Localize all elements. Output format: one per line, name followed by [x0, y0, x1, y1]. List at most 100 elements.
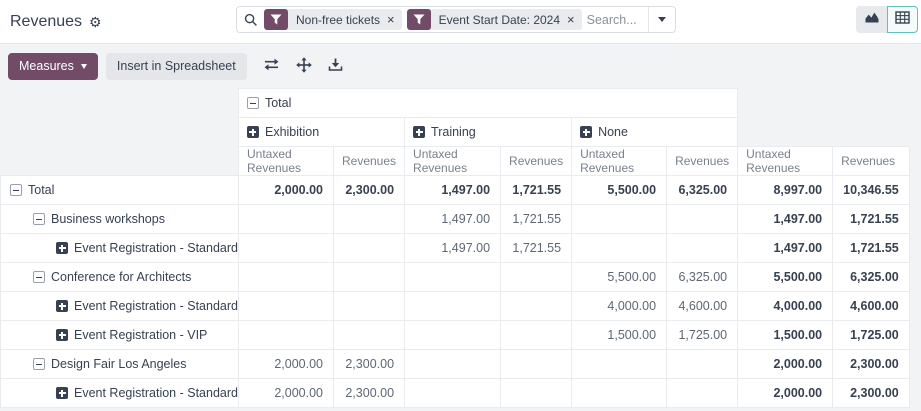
pivot-cell: 2,300.00 — [833, 350, 910, 379]
search-facets: Non-free tickets× Event Start Date: 2024… — [264, 9, 587, 30]
pivot-cell: 2,300.00 — [333, 350, 404, 379]
pivot-cell — [333, 205, 404, 234]
pivot-cell — [405, 350, 501, 379]
pivot-cell — [501, 263, 572, 292]
measures-button[interactable]: Measures — [8, 53, 98, 80]
expand-all-button[interactable] — [291, 53, 317, 79]
measure-header[interactable]: Revenues — [333, 147, 404, 176]
measures-label: Measures — [19, 59, 74, 73]
search-options-toggle[interactable] — [648, 7, 675, 32]
pivot-cell — [501, 321, 572, 350]
pivot-cell: 4,600.00 — [667, 292, 738, 321]
header-spacer — [1, 118, 239, 147]
expand-icon — [56, 387, 68, 399]
pivot-cell: 1,500.00 — [738, 321, 833, 350]
pivot-row: Total2,000.002,300.001,497.001,721.555,5… — [1, 176, 910, 205]
pivot-table: Total ExhibitionTrainingNoneUntaxed Reve… — [0, 88, 910, 408]
pivot-toolbar: Measures Insert in Spreadsheet — [0, 44, 921, 88]
pivot-table-icon — [895, 11, 910, 29]
col-group-header[interactable]: None — [572, 118, 738, 147]
graph-view-button[interactable] — [856, 6, 887, 33]
control-panel: Revenues ⚙ Non-free tickets× Event Start… — [0, 0, 921, 44]
facet-close-icon[interactable]: × — [386, 13, 402, 26]
pivot-cell: 6,325.00 — [667, 176, 738, 205]
pivot-view-button[interactable] — [887, 6, 918, 33]
filter-icon — [407, 9, 431, 30]
insert-in-spreadsheet-button[interactable]: Insert in Spreadsheet — [106, 53, 247, 80]
expand-icon — [247, 126, 259, 138]
pivot-cell — [572, 350, 667, 379]
measure-header[interactable]: Untaxed Revenues — [572, 147, 667, 176]
download-icon — [328, 57, 343, 75]
pivot-row: Design Fair Los Angeles2,000.002,300.002… — [1, 350, 910, 379]
search-bar[interactable]: Non-free tickets× Event Start Date: 2024… — [236, 6, 676, 33]
row-header[interactable]: Total — [1, 176, 239, 205]
search-facet: Event Start Date: 2024× — [407, 9, 582, 30]
pivot-cell — [572, 234, 667, 263]
chevron-down-icon — [658, 17, 666, 22]
row-header[interactable]: Business workshops — [1, 205, 239, 234]
pivot-cell: 1,725.00 — [833, 321, 910, 350]
pivot-cell — [333, 263, 404, 292]
pivot-cell: 2,000.00 — [238, 379, 333, 408]
pivot-cell: 4,000.00 — [572, 292, 667, 321]
collapse-icon — [247, 97, 259, 109]
expand-all-icon — [296, 57, 312, 76]
pivot-cell: 2,300.00 — [333, 176, 404, 205]
header-spacer — [738, 118, 910, 147]
pivot-row: Conference for Architects 5,500.006,325.0… — [1, 263, 910, 292]
pivot-cell — [501, 292, 572, 321]
pivot-cell: 8,997.00 — [738, 176, 833, 205]
pivot-cell — [333, 292, 404, 321]
measure-header[interactable]: Untaxed Revenues — [405, 147, 501, 176]
pivot-cell: 4,600.00 — [833, 292, 910, 321]
pivot-cell — [333, 234, 404, 263]
pivot-cell — [238, 234, 333, 263]
measure-header[interactable]: Revenues — [501, 147, 572, 176]
pivot-cell: 6,325.00 — [667, 263, 738, 292]
pivot-cell: 1,721.55 — [833, 234, 910, 263]
expand-icon — [413, 126, 425, 138]
collapse-icon — [33, 358, 45, 370]
search-input[interactable] — [587, 7, 648, 32]
pivot-cell: 1,721.55 — [501, 176, 572, 205]
pivot-row: Business workshops1,497.001,721.551,497.… — [1, 205, 910, 234]
facet-close-icon[interactable]: × — [566, 13, 582, 26]
pivot-cell: 10,346.55 — [833, 176, 910, 205]
measure-header[interactable]: Revenues — [667, 147, 738, 176]
expand-icon — [56, 329, 68, 341]
pivot-cell — [667, 234, 738, 263]
header-spacer — [1, 147, 239, 176]
search-icon — [244, 13, 258, 27]
row-header[interactable]: Event Registration - Standard — [1, 234, 239, 263]
area-chart-icon — [864, 10, 880, 29]
download-button[interactable] — [323, 53, 349, 79]
row-header[interactable]: Event Registration - Standard — [1, 292, 239, 321]
pivot-view: Total ExhibitionTrainingNoneUntaxed Reve… — [0, 88, 921, 408]
pivot-cell — [501, 379, 572, 408]
pivot-cell: 1,497.00 — [405, 234, 501, 263]
measure-header[interactable]: Untaxed Revenues — [738, 147, 833, 176]
row-header[interactable]: Design Fair Los Angeles — [1, 350, 239, 379]
pivot-cell — [238, 321, 333, 350]
gear-icon[interactable]: ⚙ — [89, 15, 102, 29]
pivot-cell — [238, 263, 333, 292]
pivot-cell: 1,721.55 — [501, 234, 572, 263]
pivot-cell: 5,500.00 — [738, 263, 833, 292]
measure-header[interactable]: Untaxed Revenues — [238, 147, 333, 176]
col-group-header[interactable]: Training — [405, 118, 572, 147]
pivot-cell — [667, 350, 738, 379]
row-header[interactable]: Event Registration - VIP — [1, 321, 239, 350]
pivot-cell — [405, 379, 501, 408]
col-header-root[interactable]: Total — [238, 89, 737, 118]
pivot-cell — [572, 379, 667, 408]
pivot-cell: 1,497.00 — [405, 205, 501, 234]
pivot-row: Event Registration - Standard2,000.002,3… — [1, 379, 910, 408]
measure-header[interactable]: Revenues — [833, 147, 910, 176]
pivot-cell: 2,000.00 — [238, 176, 333, 205]
col-group-header[interactable]: Exhibition — [238, 118, 404, 147]
row-header[interactable]: Event Registration - Standard — [1, 379, 239, 408]
row-header[interactable]: Conference for Architects — [1, 263, 239, 292]
pivot-cell — [238, 292, 333, 321]
flip-axis-button[interactable] — [259, 53, 285, 79]
